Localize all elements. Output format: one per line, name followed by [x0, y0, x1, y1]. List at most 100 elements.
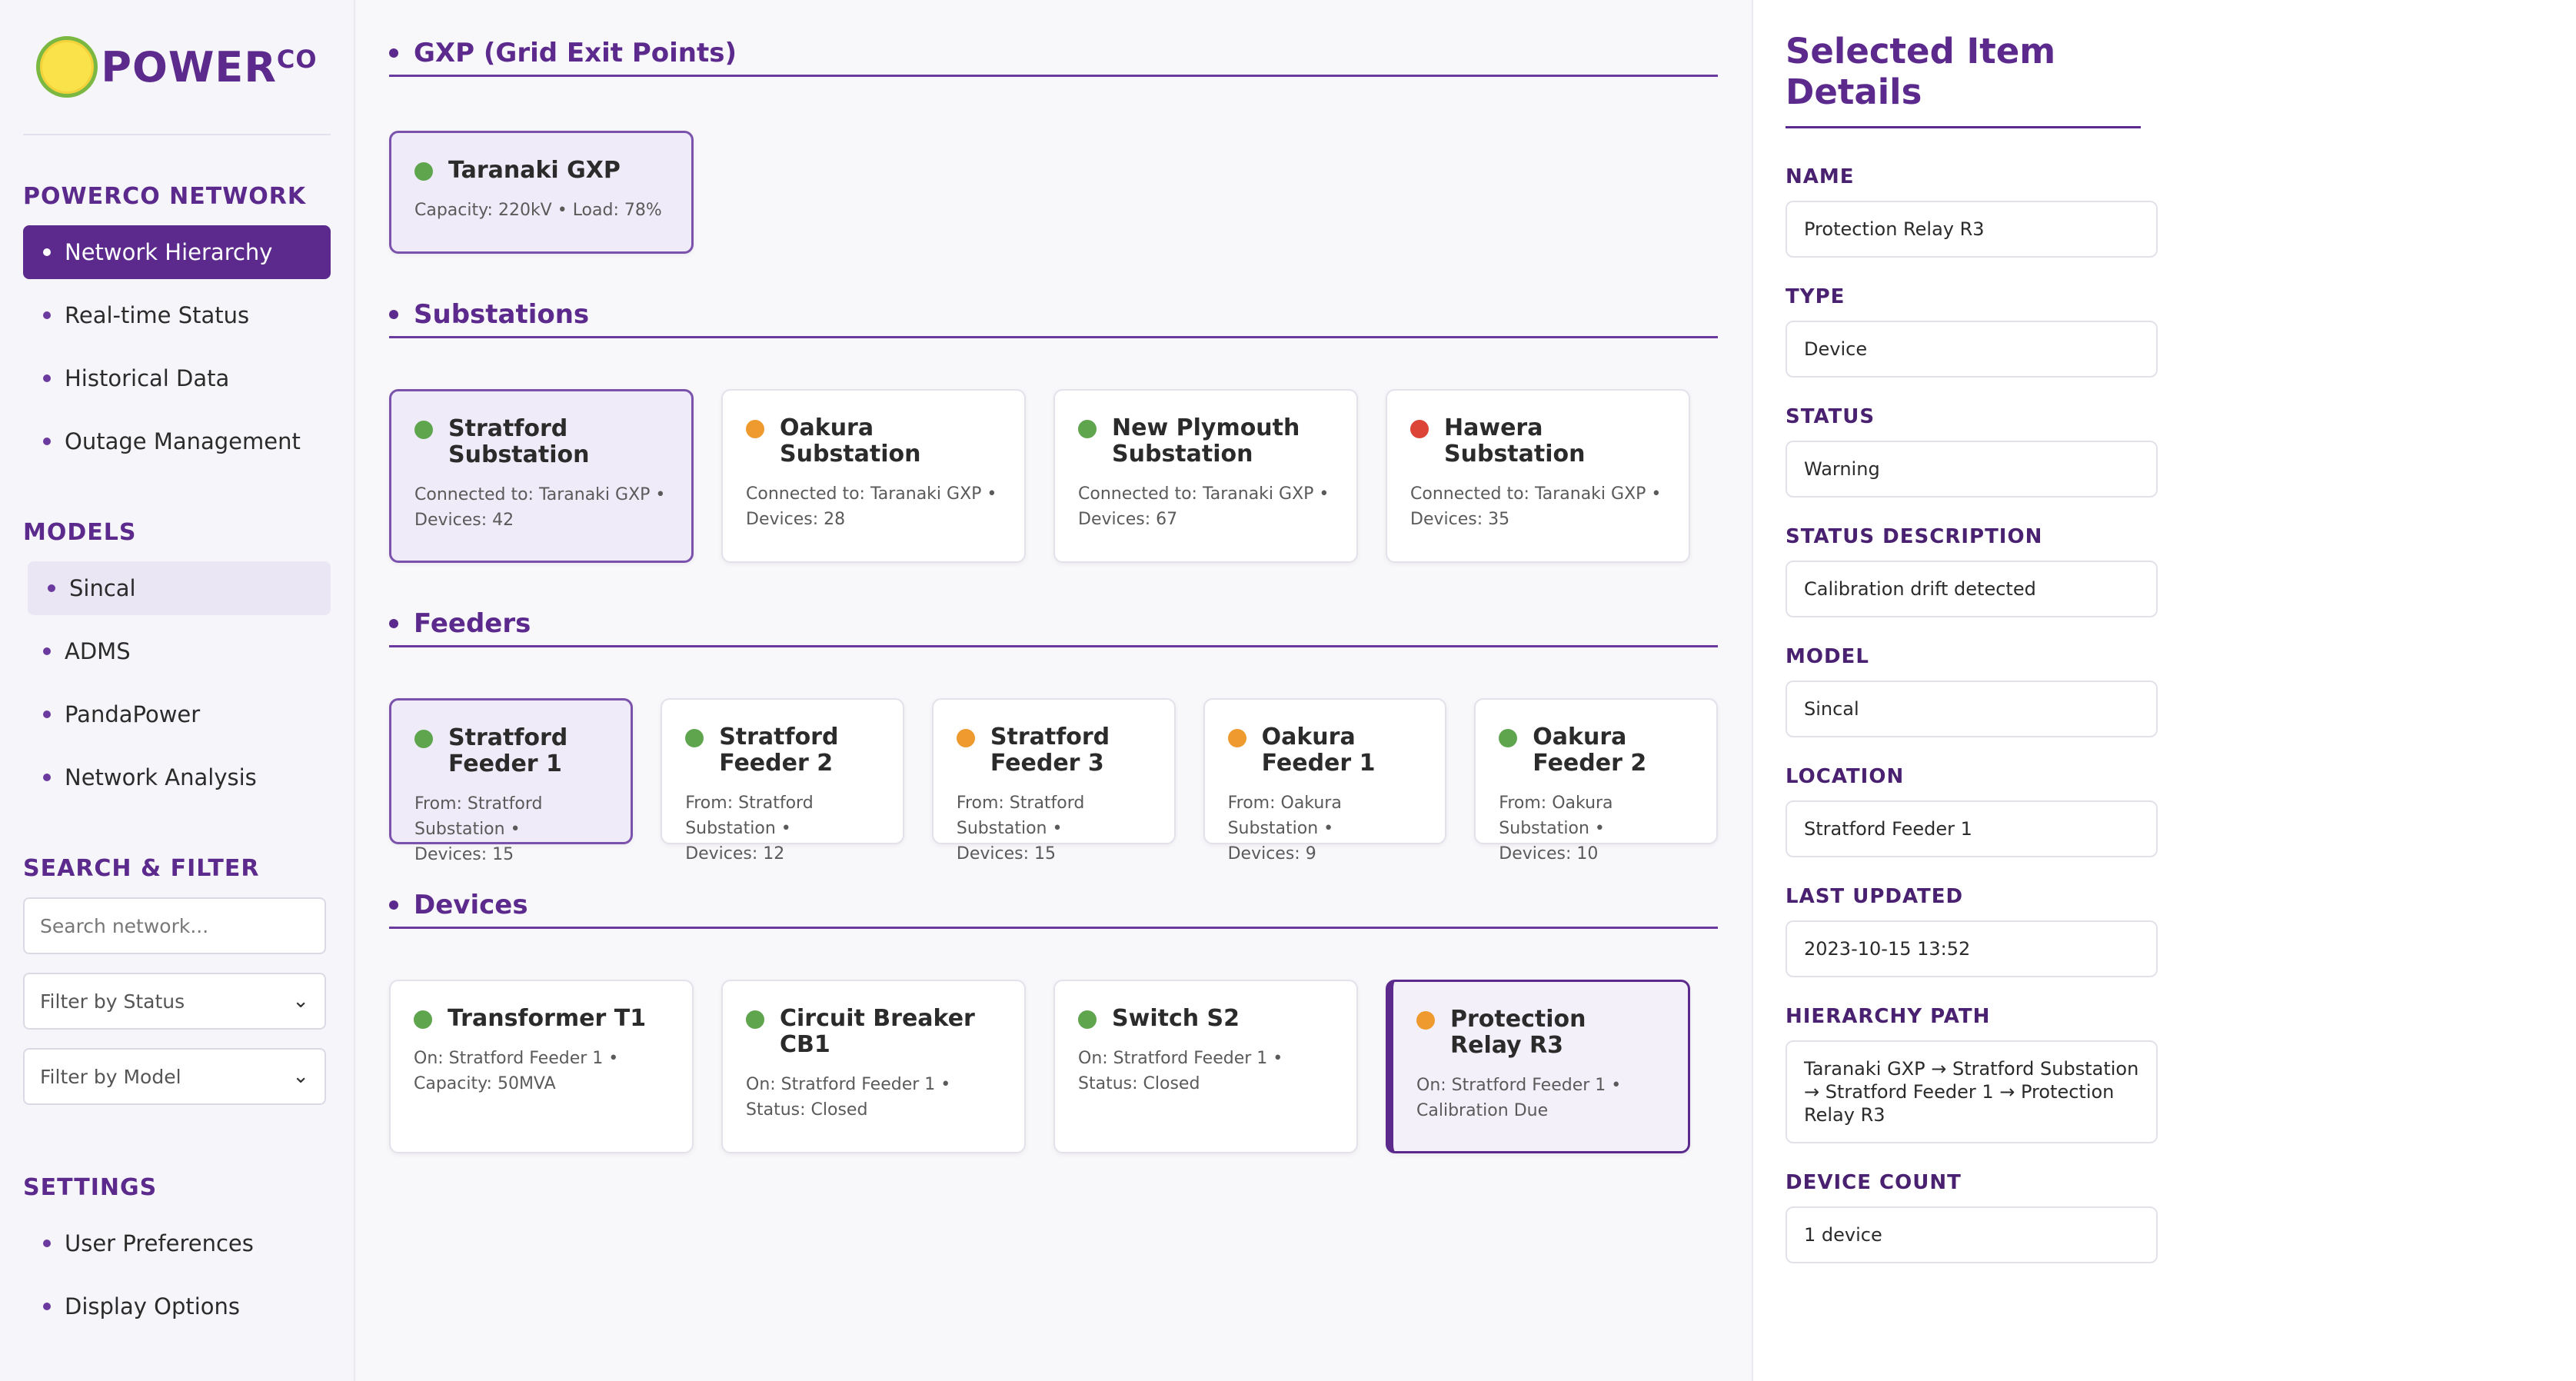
gxp-level: GXP (Grid Exit Points) Taranaki GXP Capa…	[389, 31, 1718, 254]
card-meta: On: Stratford Feeder 1 •	[1416, 1076, 1622, 1095]
substation-card-hawera[interactable]: Hawera Substation Connected to: Taranaki…	[1386, 389, 1690, 563]
card-meta: On: Stratford Feeder 1 •	[746, 1075, 951, 1094]
nav-user-preferences[interactable]: User Preferences	[23, 1216, 331, 1270]
bullet-icon	[389, 48, 398, 58]
status-warning-icon	[1416, 1011, 1435, 1030]
card-meta: Devices: 10	[1499, 844, 1599, 864]
device-card-transformer-t1[interactable]: Transformer T1 On: Stratford Feeder 1 • …	[389, 980, 694, 1153]
nav-model-pandapower[interactable]: PandaPower	[23, 687, 331, 741]
filter-model-select[interactable]: Filter by Model ⌄	[23, 1048, 326, 1105]
search-section: SEARCH & FILTER Search network... Filter…	[23, 855, 331, 1105]
feeders-level-header: Feeders	[389, 601, 1718, 647]
card-title: Oakura Substation	[780, 414, 921, 468]
card-meta: Status: Closed	[1078, 1074, 1200, 1093]
status-ok-icon	[1499, 729, 1518, 747]
bullet-icon	[43, 1303, 51, 1310]
devices-level: Devices Transformer T1 On: Stratford Fee…	[389, 883, 1718, 1153]
status-ok-icon	[414, 1010, 432, 1029]
card-meta: Connected to: Taranaki GXP •	[414, 485, 666, 504]
card-title: Stratford Substation	[448, 415, 590, 468]
feeder-card-oakura-2[interactable]: Oakura Feeder 2 From: Oakura Substation …	[1474, 698, 1718, 864]
nav-model-adms[interactable]: ADMS	[23, 624, 331, 678]
nav-model-sincal[interactable]: Sincal	[28, 561, 331, 615]
status-ok-icon	[1078, 420, 1097, 438]
substation-card-stratford[interactable]: Stratford Substation Connected to: Taran…	[389, 389, 694, 563]
details-panel: Selected Item Details NAME Protection Re…	[1752, 0, 2576, 1381]
bullet-icon	[43, 710, 51, 718]
feeder-card-oakura-1[interactable]: Oakura Feeder 1 From: Oakura Substation …	[1203, 698, 1447, 864]
substation-card-oakura[interactable]: Oakura Substation Connected to: Taranaki…	[721, 389, 1026, 563]
detail-status-description: STATUS DESCRIPTION Calibration drift det…	[1786, 525, 2158, 617]
card-title: Stratford Feeder 2	[719, 724, 839, 777]
models-section-title: MODELS	[23, 519, 137, 546]
substations-level-header: Substations	[389, 292, 1718, 338]
card-meta: Devices: 15	[956, 844, 1056, 864]
sun-logo-icon	[36, 36, 98, 98]
field-value: 1 device	[1786, 1206, 2158, 1263]
status-ok-icon	[414, 730, 433, 748]
search-section-title: SEARCH & FILTER	[23, 855, 260, 882]
device-card-circuit-breaker-cb1[interactable]: Circuit Breaker CB1 On: Stratford Feeder…	[721, 980, 1026, 1153]
status-warning-icon	[956, 729, 975, 747]
nav-historical-data[interactable]: Historical Data	[23, 351, 331, 405]
bullet-icon	[43, 647, 51, 655]
models-section: MODELS Sincal ADMS PandaPower Network An…	[23, 519, 331, 804]
field-label: HIERARCHY PATH	[1786, 1005, 1991, 1028]
card-title: Taranaki GXP	[448, 157, 621, 184]
card-title: Transformer T1	[448, 1005, 647, 1032]
search-input[interactable]: Search network...	[23, 897, 326, 954]
feeder-card-stratford-3[interactable]: Stratford Feeder 3 From: Stratford Subst…	[931, 698, 1176, 864]
bullet-icon	[43, 774, 51, 781]
nav-display-options[interactable]: Display Options	[23, 1280, 331, 1333]
card-meta: From: Oakura Substation •	[1227, 794, 1342, 838]
field-value: Taranaki GXP → Stratford Substation → St…	[1786, 1040, 2158, 1143]
network-section-title: POWERCO NETWORK	[23, 183, 307, 210]
device-card-protection-relay-r3[interactable]: Protection Relay R3 On: Stratford Feeder…	[1386, 980, 1690, 1153]
card-meta: Devices: 67	[1078, 510, 1178, 529]
card-title: Oakura Feeder 1	[1261, 724, 1376, 777]
nav-outage-management[interactable]: Outage Management	[23, 414, 331, 468]
card-meta: Connected to: Taranaki GXP •	[746, 484, 997, 504]
detail-status: STATUS Warning	[1786, 405, 2158, 497]
sidebar: POWERCO POWERCO NETWORK Network Hierarch…	[0, 0, 355, 1381]
card-title: Protection Relay R3	[1450, 1006, 1586, 1059]
detail-location: LOCATION Stratford Feeder 1	[1786, 765, 2158, 857]
nav-real-time-status[interactable]: Real-time Status	[23, 288, 331, 342]
field-label: LOCATION	[1786, 765, 1905, 788]
status-ok-icon	[414, 162, 433, 181]
settings-section: SETTINGS User Preferences Display Option…	[23, 1174, 331, 1333]
field-label: TYPE	[1786, 285, 1845, 308]
settings-section-title: SETTINGS	[23, 1174, 158, 1201]
status-warning-icon	[1227, 729, 1246, 747]
field-value: Calibration drift detected	[1786, 561, 2158, 617]
field-label: DEVICE COUNT	[1786, 1171, 1962, 1194]
status-ok-icon	[685, 729, 704, 747]
bullet-icon	[48, 584, 55, 592]
field-value: 2023-10-15 13:52	[1786, 920, 2158, 977]
nav-model-network-analysis[interactable]: Network Analysis	[23, 750, 331, 804]
chevron-down-icon: ⌄	[292, 1065, 309, 1088]
card-meta: Capacity: 50MVA	[414, 1074, 556, 1093]
feeder-card-stratford-2[interactable]: Stratford Feeder 2 From: Stratford Subst…	[661, 698, 904, 864]
field-label: MODEL	[1786, 645, 1869, 668]
detail-type: TYPE Device	[1786, 285, 2158, 378]
bullet-icon	[43, 374, 51, 382]
feeders-level: Feeders Stratford Feeder 1 From: Stratfo…	[389, 601, 1718, 864]
logo[interactable]: POWERCO	[23, 0, 331, 135]
card-meta: Devices: 12	[685, 844, 785, 864]
device-card-switch-s2[interactable]: Switch S2 On: Stratford Feeder 1 • Statu…	[1053, 980, 1358, 1153]
card-meta: Calibration Due	[1416, 1101, 1549, 1120]
logo-text: POWERCO	[101, 42, 318, 92]
card-title: Circuit Breaker CB1	[780, 1005, 975, 1058]
card-meta: On: Stratford Feeder 1 •	[414, 1049, 619, 1068]
bullet-icon	[389, 309, 398, 319]
nav-network-hierarchy[interactable]: Network Hierarchy	[23, 225, 331, 279]
substation-card-new-plymouth[interactable]: New Plymouth Substation Connected to: Ta…	[1053, 389, 1358, 563]
gxp-card-taranaki[interactable]: Taranaki GXP Capacity: 220kV • Load: 78%	[389, 131, 694, 254]
network-hierarchy-main: GXP (Grid Exit Points) Taranaki GXP Capa…	[355, 0, 1752, 1381]
card-title: Switch S2	[1112, 1005, 1240, 1032]
feeder-card-stratford-1[interactable]: Stratford Feeder 1 From: Stratford Subst…	[389, 698, 634, 864]
card-meta: Status: Closed	[746, 1100, 868, 1120]
filter-status-select[interactable]: Filter by Status ⌄	[23, 973, 326, 1030]
card-meta: From: Stratford Substation •	[685, 794, 814, 838]
